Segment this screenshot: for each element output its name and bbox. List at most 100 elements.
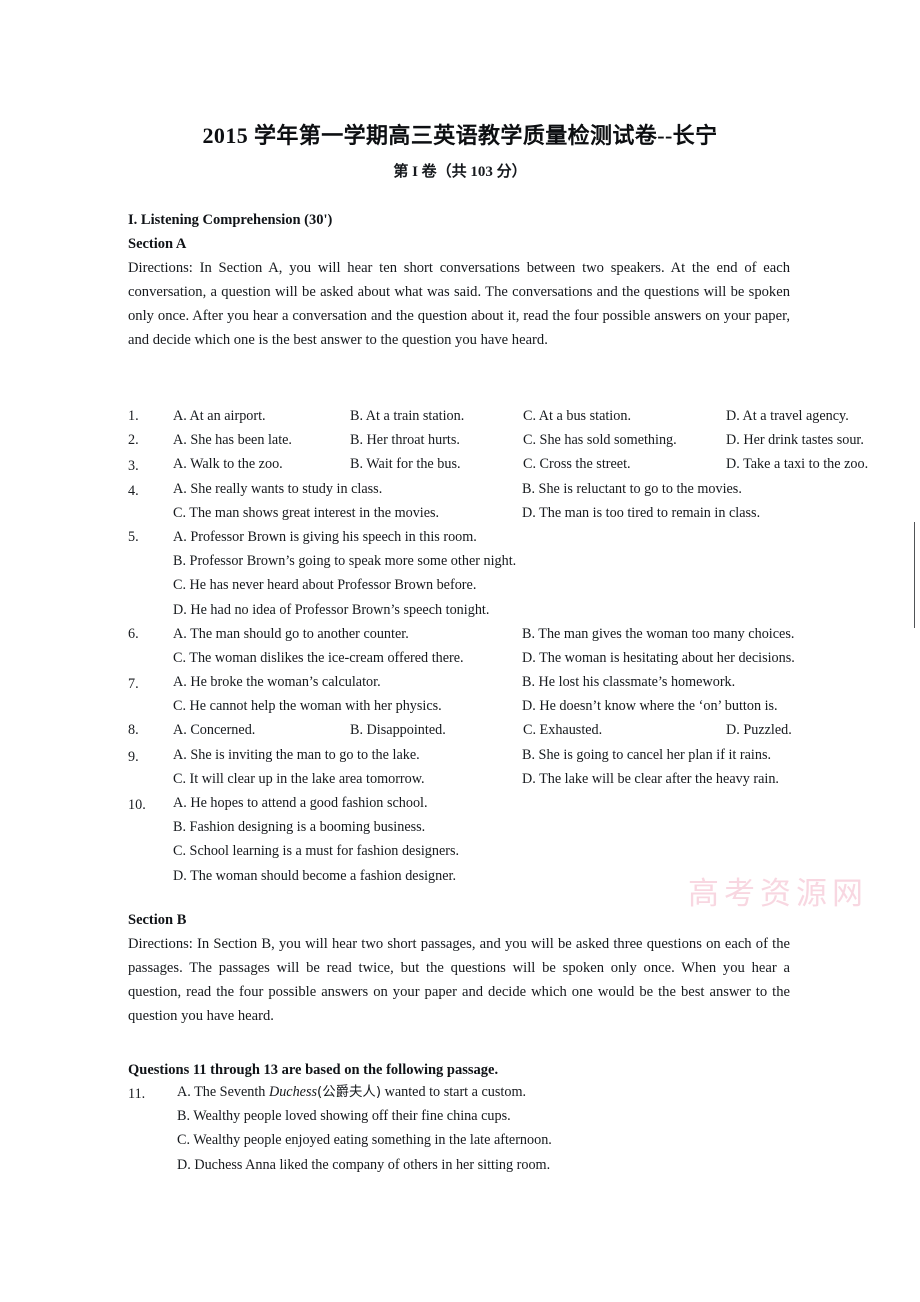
option-line: B. Fashion designing is a booming busine… (128, 815, 918, 839)
question-row: 3. A. Walk to the zoo. B. Wait for the bus… (128, 452, 918, 476)
option-b[interactable]: B. She is reluctant to go to the movies. (522, 477, 742, 501)
section-a-directions: Directions: In Section A, you will hear … (128, 260, 790, 348)
option-b[interactable]: B. He lost his classmate’s homework. (522, 670, 735, 694)
option-line: C. He cannot help the woman with her phy… (128, 694, 918, 718)
option-b[interactable]: B. The man gives the woman too many choi… (522, 622, 794, 646)
option-c[interactable]: C. He has never heard about Professor Br… (173, 573, 476, 597)
option-a[interactable]: A. The man should go to another counter. (173, 622, 409, 646)
option-line: A. The Seventh Duchess(公爵夫人) wanted to s… (128, 1080, 918, 1104)
option-d[interactable]: D. At a travel agency. (726, 404, 849, 428)
option-d[interactable]: D. The woman is hesitating about her dec… (522, 646, 795, 670)
option-group: A. She really wants to study in class. B.… (128, 477, 918, 525)
page-subtitle: 第 I 卷（共 103 分） (393, 164, 527, 180)
option-c[interactable]: C. Exhausted. (523, 718, 602, 742)
option-a[interactable]: A. She really wants to study in class. (173, 477, 382, 501)
option-group: A. Concerned. B. Disappointed. C. Exhauste… (128, 718, 918, 742)
question-row: 9. A. She is inviting the man to go to th… (128, 743, 918, 791)
part-one-heading: I. Listening Comprehension (30') (128, 212, 333, 228)
option-d[interactable]: D. The lake will be clear after the heav… (522, 767, 779, 791)
option-d[interactable]: D. Duchess Anna liked the company of oth… (177, 1153, 550, 1177)
page-title: 2015 学年第一学期高三英语教学质量检测试卷--长宁 (202, 123, 718, 148)
question-row: 2. A. She has been late. B. Her throat hur… (128, 428, 918, 452)
option-c[interactable]: C. Cross the street. (523, 452, 631, 476)
option-line: C. Wealthy people enjoyed eating somethi… (128, 1128, 918, 1152)
option-line: A. Professor Brown is giving his speech … (128, 525, 918, 549)
question-row: 6. A. The man should go to another counte… (128, 622, 918, 670)
option-group: A. She has been late. B. Her throat hurts… (128, 428, 918, 452)
option-line: A. She has been late. B. Her throat hurts… (128, 428, 918, 452)
section-a-heading: Section A (128, 236, 187, 252)
watermark: 高考资源网 (688, 876, 868, 912)
option-a[interactable]: A. At an airport. (173, 404, 266, 428)
option-b[interactable]: B. Disappointed. (350, 718, 446, 742)
option-b[interactable]: B. Professor Brown’s going to speak more… (173, 549, 516, 573)
question-list-section-b: 11. A. The Seventh Duchess(公爵夫人) wanted t… (128, 1080, 918, 1177)
option-line: A. Concerned. B. Disappointed. C. Exhauste… (128, 718, 918, 742)
option-line: B. Professor Brown’s going to speak more… (128, 549, 918, 573)
option-b[interactable]: B. Wait for the bus. (350, 452, 461, 476)
gloss-text: (公爵夫人) (317, 1085, 382, 1100)
option-d[interactable]: D. Puzzled. (726, 718, 792, 742)
option-line: C. School learning is a must for fashion… (128, 839, 918, 863)
option-group: A. She is inviting the man to go to the … (128, 743, 918, 791)
scan-edge-artifact-upper (914, 522, 915, 628)
option-line: C. The man shows great interest in the m… (128, 501, 918, 525)
part-one-heading-block: I. Listening Comprehension (30') Section… (128, 208, 790, 352)
option-d[interactable]: D. He doesn’t know where the ‘on’ button… (522, 694, 778, 718)
option-c[interactable]: C. He cannot help the woman with her phy… (173, 694, 442, 718)
section-b-directions: Directions: In Section B, you will hear … (128, 936, 790, 1024)
questions-11-13-note: Questions 11 through 13 are based on the… (128, 1062, 499, 1078)
option-line: A. The man should go to another counter.… (128, 622, 918, 646)
option-line: C. He has never heard about Professor Br… (128, 573, 918, 597)
option-b[interactable]: B. Wealthy people loved showing off thei… (177, 1104, 511, 1128)
option-c[interactable]: C. Wealthy people enjoyed eating somethi… (177, 1128, 552, 1152)
option-line: C. The woman dislikes the ice-cream offe… (128, 646, 918, 670)
option-line: D. Duchess Anna liked the company of oth… (128, 1153, 918, 1177)
option-a[interactable]: A. Concerned. (173, 718, 255, 742)
question-row: 8. A. Concerned. B. Disappointed. C. Exhaus… (128, 718, 918, 742)
option-c[interactable]: C. The man shows great interest in the m… (173, 501, 439, 525)
option-line: A. He hopes to attend a good fashion sch… (128, 791, 918, 815)
option-b[interactable]: B. She is going to cancel her plan if it… (522, 743, 771, 767)
option-c[interactable]: C. The woman dislikes the ice-cream offe… (173, 646, 464, 670)
question-row: 4. A. She really wants to study in class.… (128, 477, 918, 525)
option-b[interactable]: B. At a train station. (350, 404, 464, 428)
option-c[interactable]: C. At a bus station. (523, 404, 631, 428)
option-b[interactable]: B. Her throat hurts. (350, 428, 460, 452)
option-line: D. He had no idea of Professor Brown’s s… (128, 598, 918, 622)
section-b-block: Section B Directions: In Section B, you … (128, 908, 790, 1028)
question-row: 11. A. The Seventh Duchess(公爵夫人) wanted t… (128, 1080, 918, 1177)
option-d[interactable]: D. The woman should become a fashion des… (173, 864, 456, 888)
option-group: A. The man should go to another counter.… (128, 622, 918, 670)
question-list-section-a: 1. A. At an airport. B. At a train station… (128, 404, 918, 888)
option-line: C. It will clear up in the lake area tom… (128, 767, 918, 791)
option-line: A. At an airport. B. At a train station. C… (128, 404, 918, 428)
option-a[interactable]: A. Professor Brown is giving his speech … (173, 525, 477, 549)
option-line: B. Wealthy people loved showing off thei… (128, 1104, 918, 1128)
option-d[interactable]: D. The man is too tired to remain in cla… (522, 501, 760, 525)
option-a[interactable]: A. She has been late. (173, 428, 292, 452)
option-d[interactable]: D. Her drink tastes sour. (726, 428, 864, 452)
option-a[interactable]: A. He broke the woman’s calculator. (173, 670, 381, 694)
option-line: A. She is inviting the man to go to the … (128, 743, 918, 767)
question-row: 7. A. He broke the woman’s calculator. B. … (128, 670, 918, 718)
option-b[interactable]: B. Fashion designing is a booming busine… (173, 815, 425, 839)
option-a[interactable]: A. He hopes to attend a good fashion sch… (173, 791, 428, 815)
question-row: 5. A. Professor Brown is giving his speec… (128, 525, 918, 622)
option-c[interactable]: C. She has sold something. (523, 428, 677, 452)
option-group: A. He broke the woman’s calculator. B. He… (128, 670, 918, 718)
option-a[interactable]: A. Walk to the zoo. (173, 452, 283, 476)
option-a[interactable]: A. She is inviting the man to go to the … (173, 743, 420, 767)
option-d[interactable]: D. He had no idea of Professor Brown’s s… (173, 598, 489, 622)
option-d[interactable]: D. Take a taxi to the zoo. (726, 452, 868, 476)
option-c[interactable]: C. It will clear up in the lake area tom… (173, 767, 425, 791)
option-line: A. She really wants to study in class. B.… (128, 477, 918, 501)
option-group: A. Professor Brown is giving his speech … (128, 525, 918, 622)
option-line: A. He broke the woman’s calculator. B. He… (128, 670, 918, 694)
exam-page: 2015 学年第一学期高三英语教学质量检测试卷--长宁 第 I 卷（共 103 … (0, 0, 920, 1302)
option-group: A. At an airport. B. At a train station. C… (128, 404, 918, 428)
option-line: A. Walk to the zoo. B. Wait for the bus. C… (128, 452, 918, 476)
option-group: A. Walk to the zoo. B. Wait for the bus. C… (128, 452, 918, 476)
option-a[interactable]: A. The Seventh Duchess(公爵夫人) wanted to s… (177, 1080, 526, 1105)
option-c[interactable]: C. School learning is a must for fashion… (173, 839, 459, 863)
